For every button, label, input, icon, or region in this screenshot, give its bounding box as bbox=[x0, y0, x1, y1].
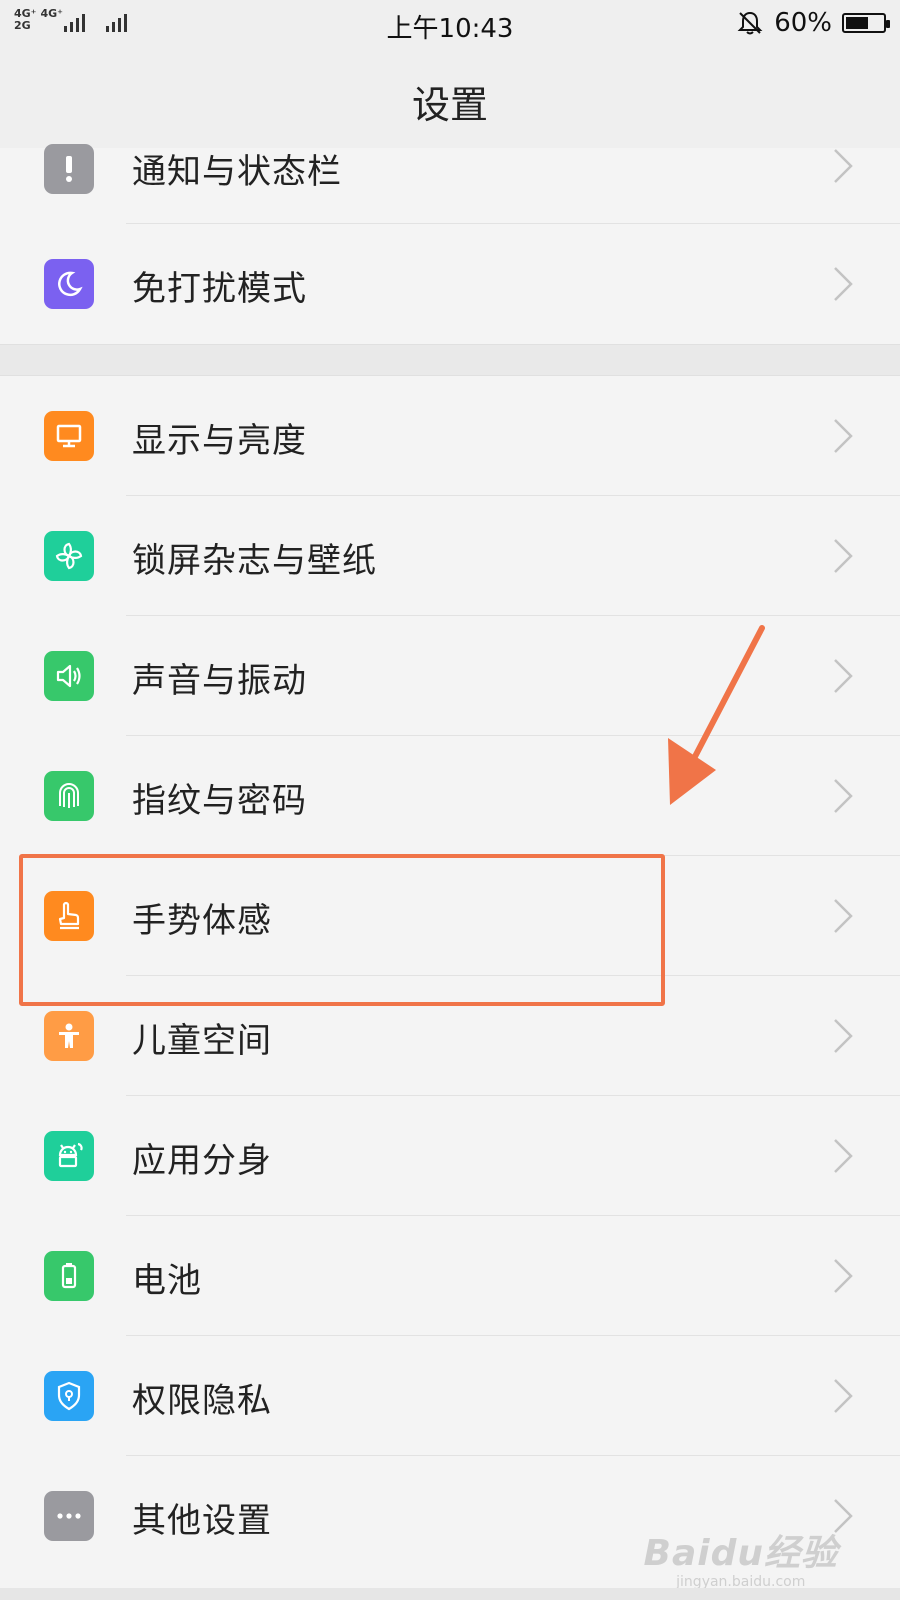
chevron-right-icon bbox=[834, 267, 853, 301]
annotation-arrow-icon bbox=[668, 625, 765, 805]
pinwheel-icon bbox=[44, 531, 94, 581]
settings-item-notifications[interactable]: 通知与状态栏 bbox=[0, 144, 900, 224]
chevron-right-icon bbox=[834, 149, 853, 183]
shield-icon bbox=[44, 1371, 94, 1421]
settings-item-label: 显示与亮度 bbox=[132, 421, 307, 461]
battery-icon bbox=[842, 13, 890, 33]
settings-item-app-clone[interactable]: 应用分身 bbox=[0, 1096, 900, 1216]
page-title: 设置 bbox=[411, 83, 488, 127]
chevron-right-icon bbox=[834, 1019, 853, 1053]
android-clone-icon bbox=[44, 1131, 94, 1181]
settings-item-battery[interactable]: 电池 bbox=[0, 1216, 900, 1336]
chevron-right-icon bbox=[834, 779, 853, 813]
settings-item-label: 其他设置 bbox=[132, 1501, 272, 1541]
watermark-logo: Baidu经验 bbox=[643, 1533, 838, 1574]
chevron-right-icon bbox=[834, 419, 853, 453]
moon-icon bbox=[44, 259, 94, 309]
chevron-right-icon bbox=[834, 1379, 853, 1413]
settings-item-label: 应用分身 bbox=[132, 1141, 272, 1181]
settings-item-label: 儿童空间 bbox=[132, 1021, 272, 1061]
status-bar: 4G⁺ 4G⁺ 2G 上午10:43 60% bbox=[0, 0, 900, 48]
settings-item-label: 电池 bbox=[132, 1261, 202, 1301]
chevron-right-icon bbox=[834, 1139, 853, 1173]
settings-item-do-not-disturb[interactable]: 免打扰模式 bbox=[0, 224, 900, 344]
settings-item-display[interactable]: 显示与亮度 bbox=[0, 376, 900, 496]
settings-item-lockscreen[interactable]: 锁屏杂志与壁纸 bbox=[0, 496, 900, 616]
fingerprint-icon bbox=[44, 771, 94, 821]
chevron-right-icon bbox=[834, 899, 853, 933]
more-icon bbox=[44, 1491, 94, 1541]
notification-icon bbox=[44, 144, 94, 194]
settings-item-label: 声音与振动 bbox=[132, 661, 307, 701]
group-separator bbox=[0, 344, 900, 376]
settings-item-label: 指纹与密码 bbox=[132, 781, 307, 821]
battery-icon bbox=[44, 1251, 94, 1301]
settings-item-privacy[interactable]: 权限隐私 bbox=[0, 1336, 900, 1456]
chevron-right-icon bbox=[834, 539, 853, 573]
bell-muted-icon bbox=[737, 11, 763, 35]
settings-item-label: 权限隐私 bbox=[132, 1381, 272, 1421]
child-icon bbox=[44, 1011, 94, 1061]
highlight-box bbox=[19, 854, 665, 1006]
header: 设置 bbox=[0, 48, 900, 149]
settings-item-label: 通知与状态栏 bbox=[132, 152, 342, 192]
battery-percent: 60% bbox=[774, 8, 832, 38]
display-icon bbox=[44, 411, 94, 461]
settings-item-label: 免打扰模式 bbox=[132, 269, 307, 309]
chevron-right-icon bbox=[834, 1259, 853, 1293]
chevron-right-icon bbox=[834, 659, 853, 693]
speaker-icon bbox=[44, 651, 94, 701]
settings-item-label: 锁屏杂志与壁纸 bbox=[132, 541, 377, 581]
watermark: Baidu经验 jingyan.baidu.com bbox=[644, 1524, 838, 1590]
bottom-strip bbox=[0, 1588, 900, 1600]
